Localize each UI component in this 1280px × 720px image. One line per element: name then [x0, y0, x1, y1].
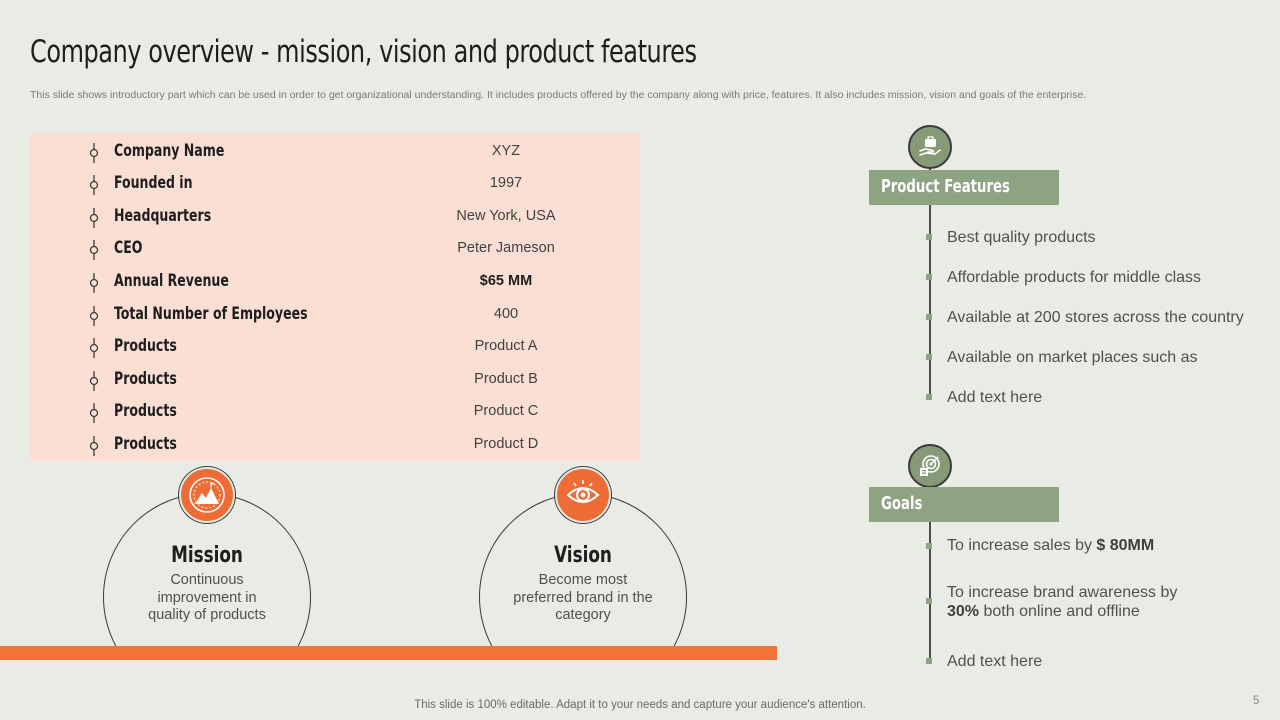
- info-label: Products: [114, 369, 177, 389]
- info-row: Products Product A: [30, 330, 640, 362]
- info-row: Headquarters New York, USA: [30, 200, 640, 232]
- bullet-dot: [926, 354, 932, 360]
- feature-item: Affordable products for middle class: [947, 269, 1202, 286]
- timeline-node-icon: [89, 306, 99, 326]
- info-label: Headquarters: [114, 206, 212, 226]
- feature-item: Available at 200 stores across the count…: [947, 309, 1244, 326]
- footer-note: This slide is 100% editable. Adapt it to…: [0, 699, 1280, 711]
- feature-item: Best quality products: [947, 229, 1096, 246]
- timeline-node-icon: [89, 371, 99, 391]
- slide-title: Company overview - mission, vision and p…: [30, 34, 697, 70]
- bullet-dot: [926, 598, 932, 604]
- info-label: Total Number of Employees: [114, 304, 308, 324]
- vision-text: Become most preferred brand in the categ…: [513, 572, 653, 623]
- timeline-node-icon: [89, 436, 99, 456]
- bullet-dot: [926, 234, 932, 240]
- goal-item: Add text here: [947, 653, 1043, 670]
- goals-title: Goals: [881, 493, 923, 514]
- timeline-node-icon: [89, 403, 99, 423]
- timeline-node-icon: [89, 240, 99, 260]
- slide-subtitle: This slide shows introductory part which…: [30, 89, 1087, 101]
- mountain-peak-icon: [179, 467, 235, 523]
- timeline-node-icon: [89, 143, 99, 163]
- timeline-node-icon: [89, 338, 99, 358]
- page-number: 5: [1253, 695, 1260, 707]
- feature-item: Add text here: [947, 389, 1043, 406]
- info-value: Peter Jameson: [457, 240, 555, 256]
- timeline-node-icon: [89, 175, 99, 195]
- footer-text: This slide is 100% editable. Adapt it to…: [414, 699, 866, 711]
- info-value: 1997: [489, 175, 523, 191]
- info-value: XYZ: [491, 143, 521, 159]
- product-features-title: Product Features: [881, 176, 1010, 197]
- feature-item: Available on market places such as: [947, 349, 1198, 366]
- hand-briefcase-icon: [908, 125, 952, 169]
- goal-item-text: To increase sales by: [947, 537, 1097, 554]
- bullet-dot: [926, 314, 932, 320]
- info-value: New York, USA: [456, 208, 556, 224]
- bullet-dot: [926, 394, 932, 400]
- info-label: Products: [114, 336, 177, 356]
- info-value: Product D: [473, 436, 539, 452]
- eye-icon: [555, 467, 611, 523]
- goal-item-text: both online and offline: [979, 603, 1140, 620]
- goal-item-text: To increase brand awareness by: [947, 584, 1178, 601]
- goal-item: To increase brand awareness by 30% both …: [947, 583, 1177, 621]
- info-label: Products: [114, 434, 177, 454]
- company-info-panel: Company Name XYZ Founded in 1997 Headqua…: [30, 133, 640, 461]
- vision-title: Vision: [554, 543, 612, 568]
- info-value: Product B: [474, 371, 538, 387]
- info-value: Product A: [474, 338, 538, 354]
- goal-item: To increase sales by $ 80MM: [947, 536, 1154, 555]
- target-icon: [908, 444, 952, 488]
- info-label: Founded in: [114, 173, 193, 193]
- bullet-dot: [926, 658, 932, 664]
- goal-item-highlight: $ 80MM: [1096, 537, 1155, 554]
- goals-header: Goals: [869, 487, 1059, 522]
- mission-text: Continuous improvement in quality of pro…: [148, 572, 266, 623]
- info-row: Products Product B: [30, 363, 640, 395]
- product-features-header: Product Features: [869, 170, 1059, 205]
- accent-bar: [0, 646, 777, 660]
- info-row: Products Product C: [30, 395, 640, 427]
- info-label: Products: [114, 401, 177, 421]
- info-row: Company Name XYZ: [30, 135, 640, 167]
- info-row: Founded in 1997: [30, 167, 640, 199]
- info-row: Total Number of Employees 400: [30, 298, 640, 330]
- timeline-node-icon: [89, 273, 99, 293]
- goal-item-highlight: 30%: [947, 603, 980, 620]
- info-label: Company Name: [114, 141, 225, 161]
- info-row: Products Product D: [30, 428, 640, 460]
- bullet-dot: [926, 274, 932, 280]
- info-value: Product C: [473, 403, 539, 419]
- bullet-dot: [926, 543, 932, 549]
- info-label: CEO: [114, 238, 143, 258]
- info-label: Annual Revenue: [114, 271, 229, 291]
- info-row: CEO Peter Jameson: [30, 232, 640, 264]
- info-value: 400: [493, 306, 519, 322]
- timeline-node-icon: [89, 208, 99, 228]
- mission-title: Mission: [171, 543, 243, 568]
- info-row: Annual Revenue $65 MM: [30, 265, 640, 297]
- info-value: $65 MM: [479, 273, 533, 289]
